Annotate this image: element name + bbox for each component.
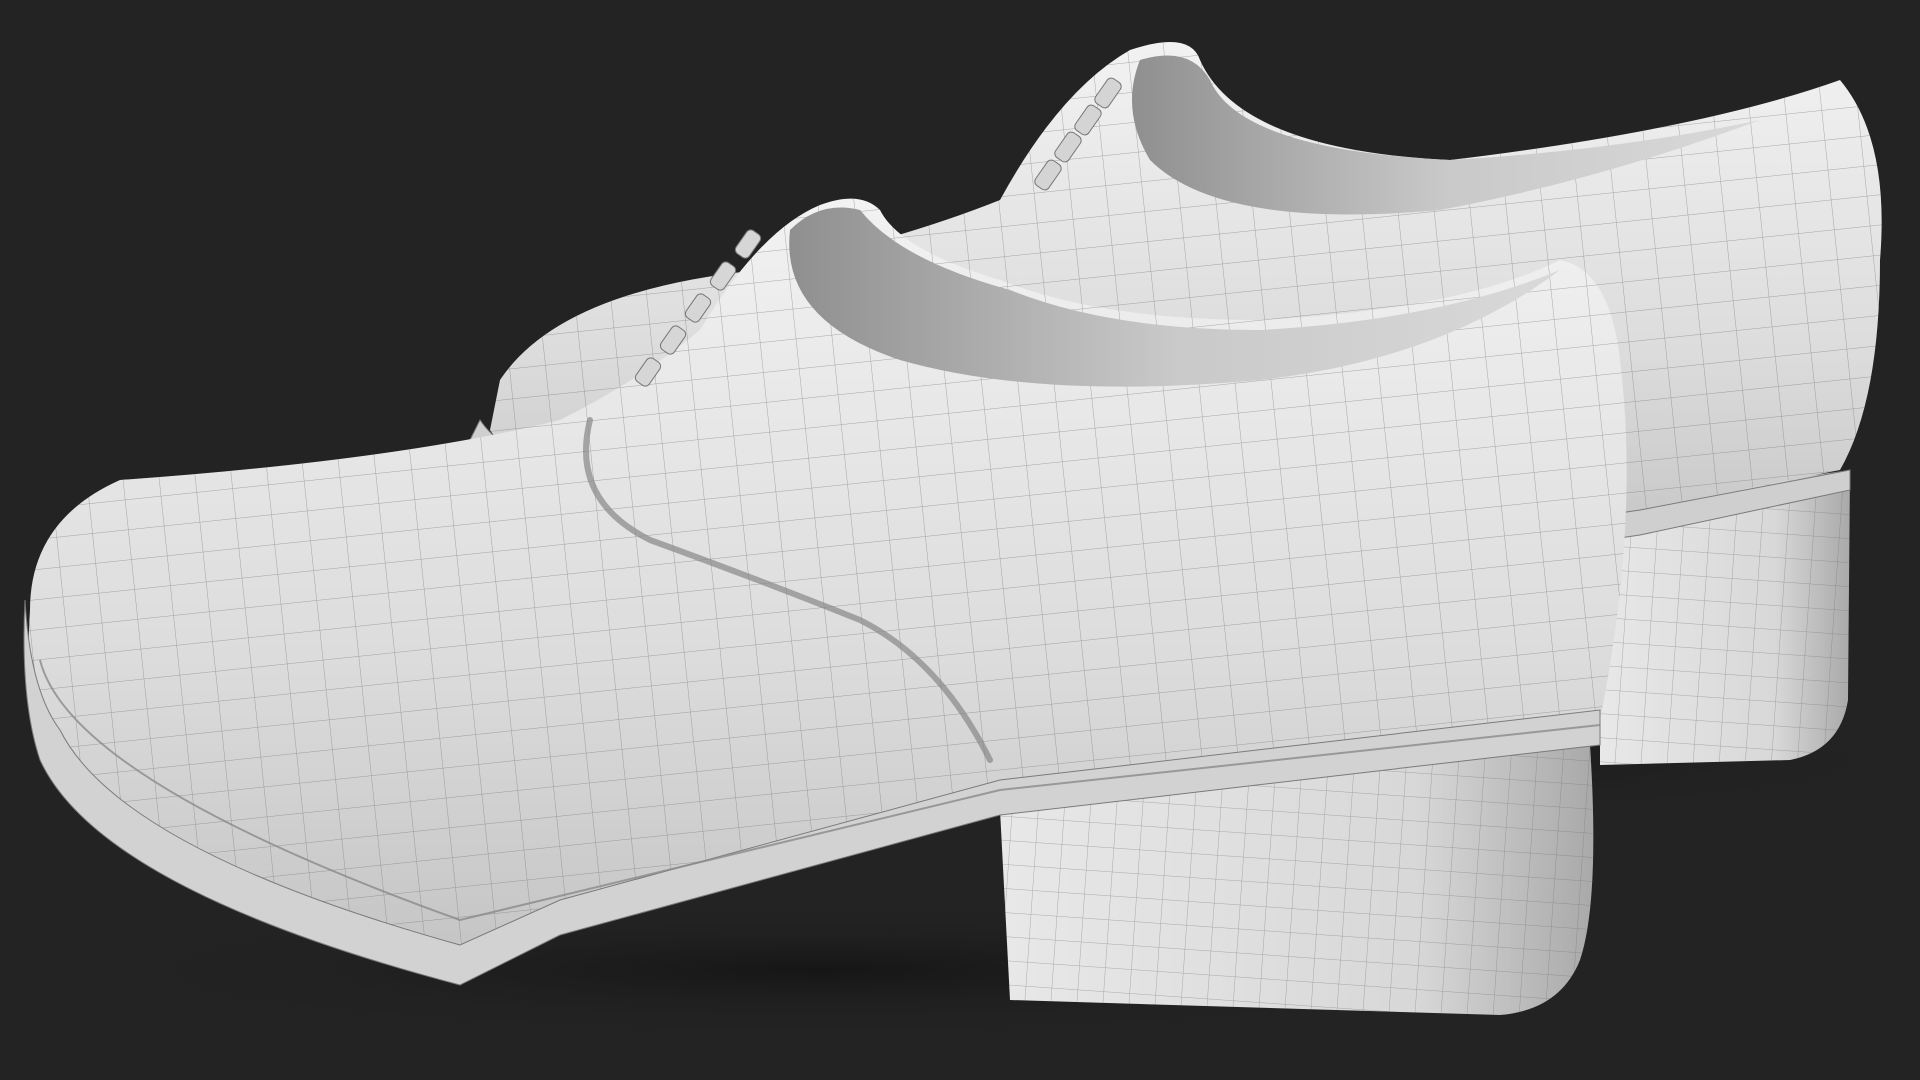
shoe-render-viewport <box>0 0 1920 1080</box>
